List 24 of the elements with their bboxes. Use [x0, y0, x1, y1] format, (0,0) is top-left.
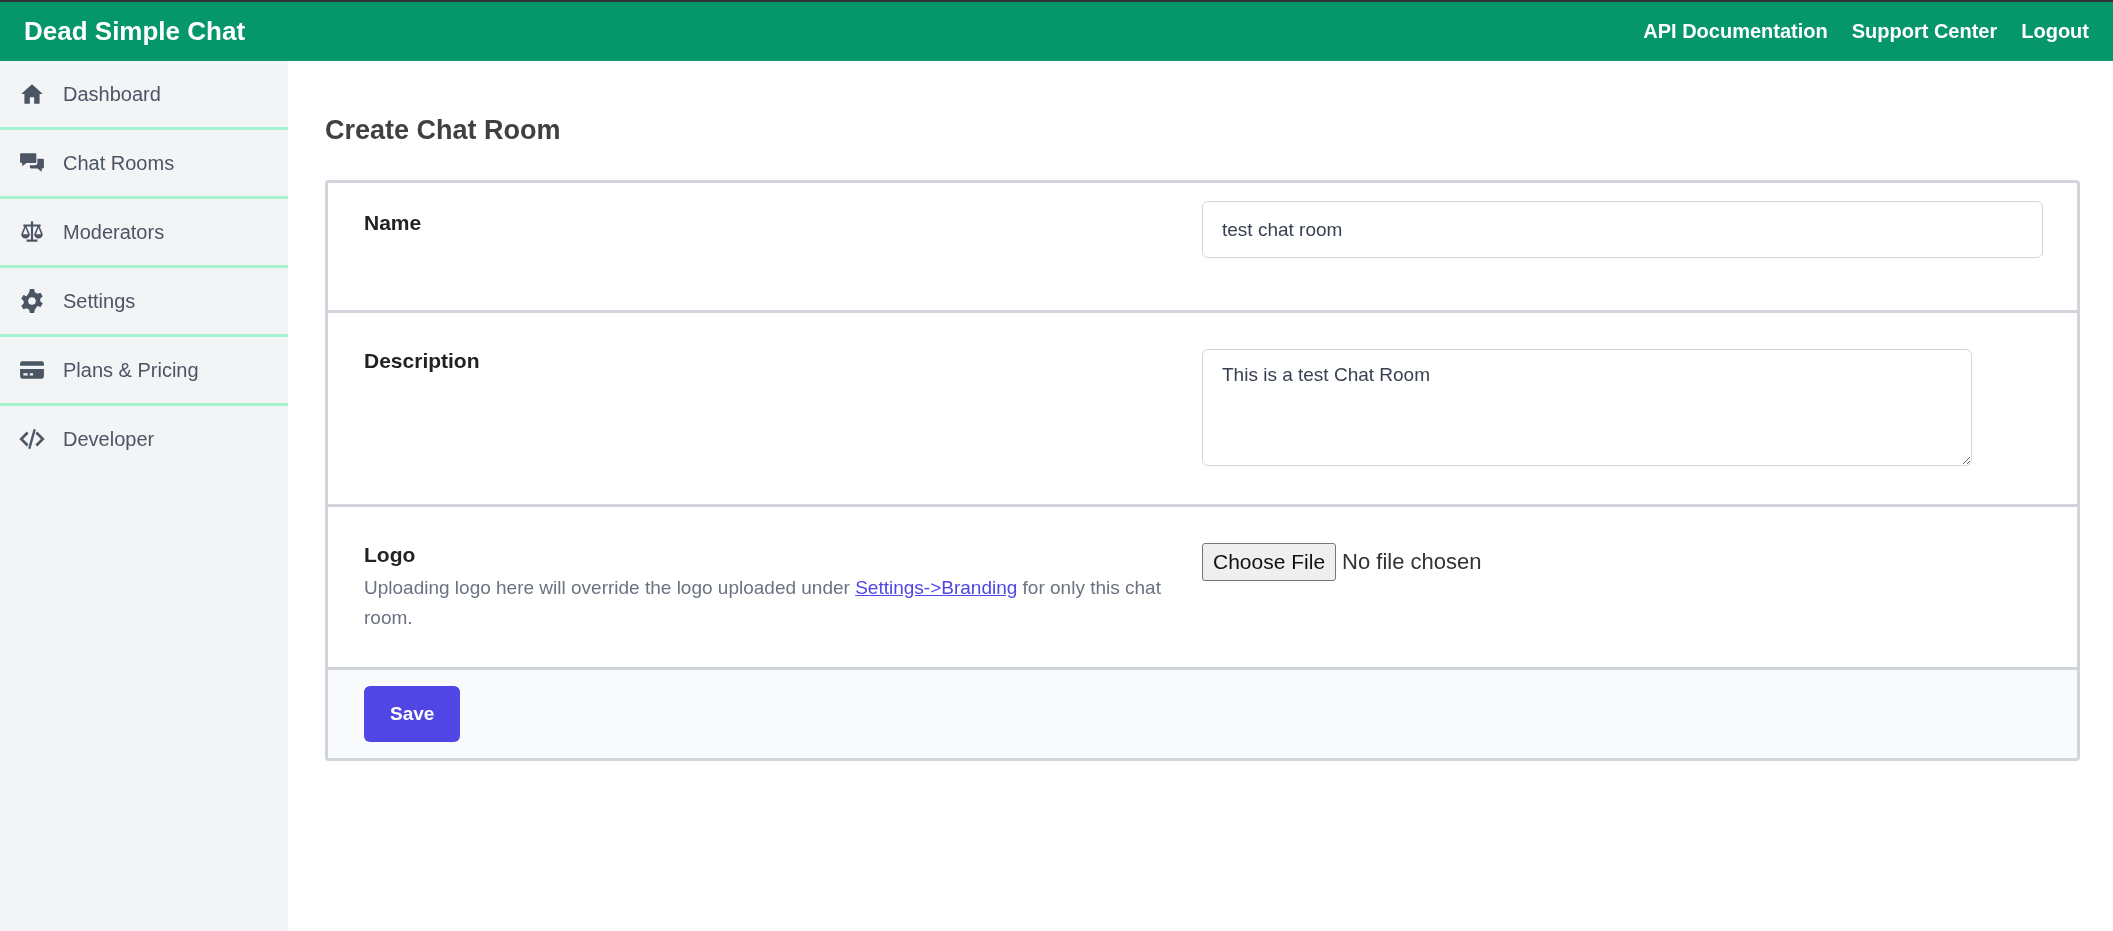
sidebar-item[interactable]: Plans & Pricing [0, 337, 288, 406]
code-icon [19, 426, 45, 452]
choose-file-button[interactable]: Choose File [1202, 543, 1337, 581]
field-label: Description [364, 349, 481, 373]
nav-link[interactable]: Support Center [1851, 20, 1998, 43]
nav-link[interactable]: API Documentation [1643, 20, 1828, 43]
description-textarea[interactable]: This is a test Chat Room [1202, 349, 1972, 466]
file-status: No file chosen [1342, 549, 1482, 575]
field-label: Logo [364, 543, 417, 567]
sidebar-item[interactable]: Developer [0, 406, 288, 472]
sidebar-item[interactable]: Chat Rooms [0, 130, 288, 199]
settings-link[interactable]: Settings->Branding [855, 577, 1018, 598]
gear-icon [19, 288, 45, 314]
name-input[interactable]: test chat room [1202, 201, 2043, 258]
save-button[interactable]: Save [364, 686, 461, 742]
scale-icon [19, 219, 45, 245]
help-text: Uploading logo here will override the logo uploaded under Settings->Branding for only this chat room. [364, 576, 1162, 630]
sidebar-item[interactable]: Moderators [0, 199, 288, 268]
field-label: Name [364, 210, 423, 235]
brand-link[interactable]: Dead Simple Chat [24, 16, 246, 47]
sidebar-item[interactable]: Settings [0, 268, 288, 337]
sidebar-item[interactable]: Dashboard [0, 61, 288, 130]
page-title: Create Chat Room [325, 115, 562, 146]
nav-link[interactable]: Logout [2021, 20, 2089, 43]
